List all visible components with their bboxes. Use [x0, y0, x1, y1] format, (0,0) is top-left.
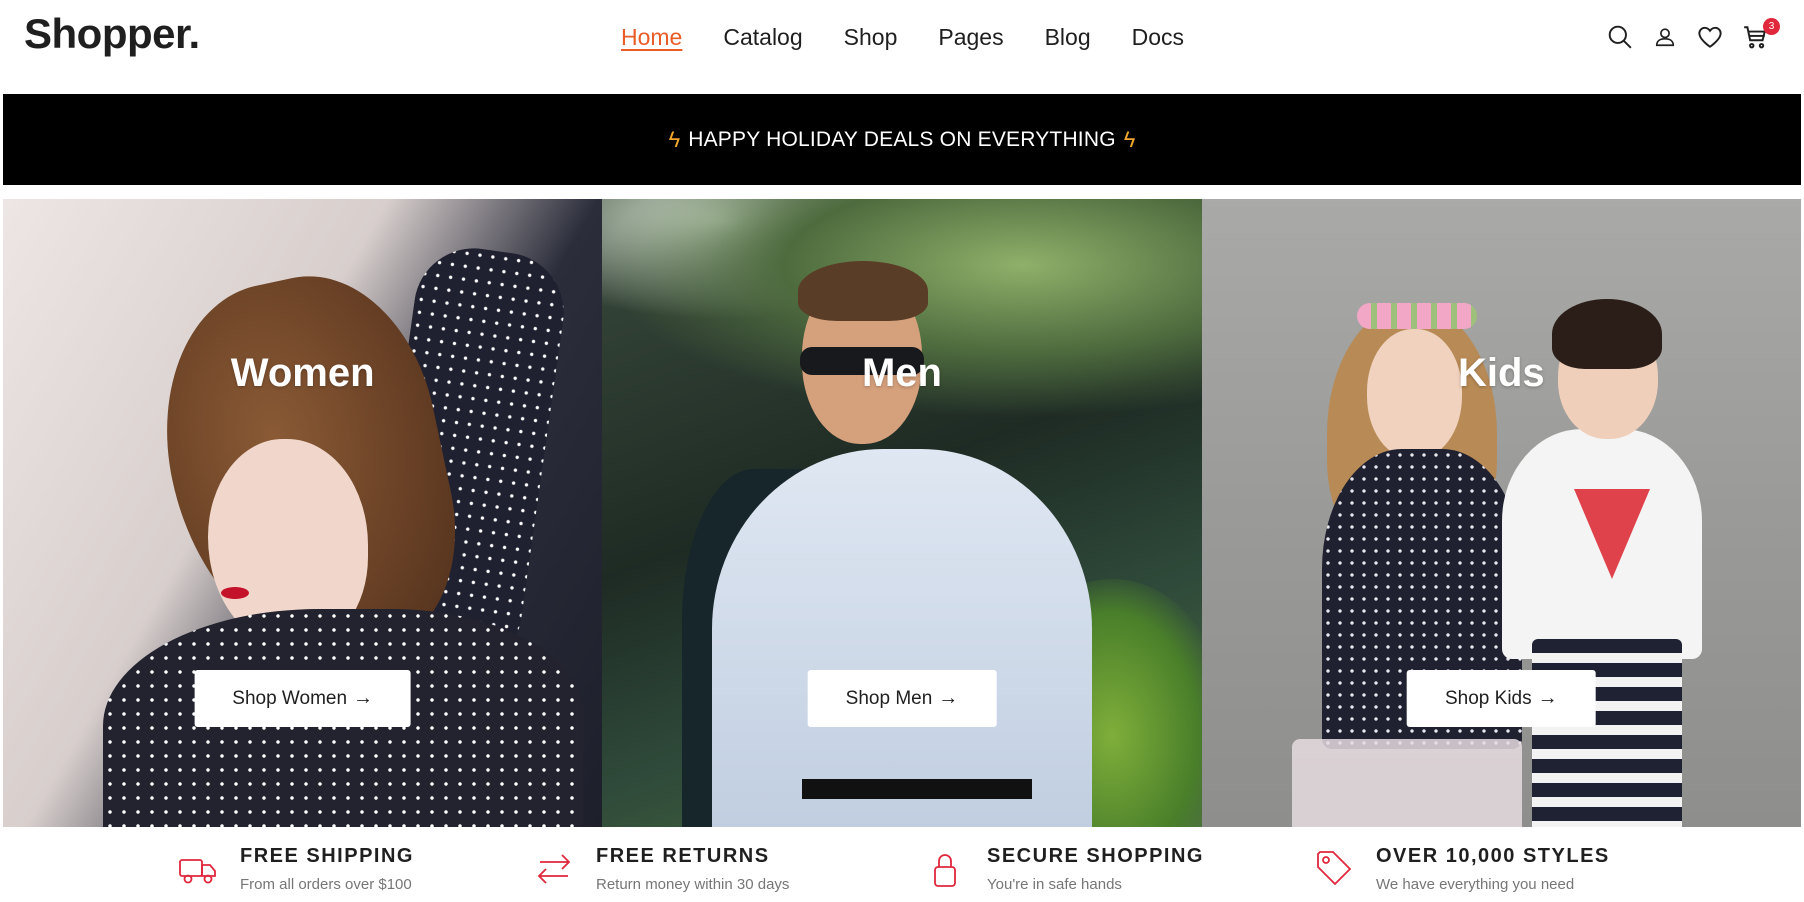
search-icon[interactable] — [1605, 22, 1635, 52]
feature-free-returns: FREE RETURNS Return money within 30 days — [534, 845, 789, 893]
user-icon[interactable] — [1650, 22, 1680, 52]
feature-subtitle: From all orders over $100 — [240, 876, 412, 893]
kids-photo — [1573, 489, 1650, 579]
men-photo — [802, 779, 1033, 799]
feature-styles: OVER 10,000 STYLES We have everything yo… — [1314, 845, 1610, 893]
feature-title: FREE RETURNS — [596, 845, 770, 867]
feature-subtitle: You're in safe hands — [987, 876, 1122, 893]
button-label: Shop Kids — [1445, 687, 1532, 709]
nav-docs[interactable]: Docs — [1132, 22, 1184, 52]
arrow-right-icon: → — [938, 687, 959, 709]
women-photo — [221, 587, 249, 599]
feature-title: FREE SHIPPING — [240, 845, 414, 867]
kids-photo — [1291, 739, 1522, 827]
category-hero: Women Shop Women → Men Shop Men → Kids S… — [3, 199, 1801, 827]
shop-kids-button[interactable]: Shop Kids → — [1407, 670, 1596, 727]
promo-text: HAPPY HOLIDAY DEALS ON EVERYTHING — [688, 127, 1116, 151]
promo-banner: ϟ HAPPY HOLIDAY DEALS ON EVERYTHING ϟ — [3, 94, 1801, 185]
bolt-icon: ϟ — [1123, 126, 1136, 152]
category-title: Men — [861, 351, 942, 395]
nav-shop[interactable]: Shop — [844, 22, 898, 52]
shop-women-button[interactable]: Shop Women → — [194, 670, 412, 727]
cart-icon[interactable]: 3 — [1740, 18, 1780, 52]
men-photo — [798, 261, 929, 321]
feature-free-shipping: FREE SHIPPING From all orders over $100 — [178, 845, 414, 893]
feature-title: SECURE SHOPPING — [987, 845, 1204, 867]
feature-title: OVER 10,000 STYLES — [1376, 845, 1610, 867]
category-title: Women — [230, 351, 375, 395]
button-label: Shop Men — [845, 687, 933, 709]
category-tile-women[interactable]: Women Shop Women → — [3, 199, 603, 827]
nav-home[interactable]: Home — [621, 22, 682, 52]
lock-icon — [925, 848, 965, 888]
men-photo — [712, 449, 1093, 827]
category-tile-men[interactable]: Men Shop Men → — [602, 199, 1202, 827]
exchange-icon — [534, 848, 574, 888]
main-nav: Home Catalog Shop Pages Blog Docs — [621, 22, 1225, 52]
heart-icon[interactable] — [1695, 22, 1725, 52]
nav-blog[interactable]: Blog — [1045, 22, 1091, 52]
bolt-icon: ϟ — [668, 126, 681, 152]
category-tile-kids[interactable]: Kids Shop Kids → — [1201, 199, 1801, 827]
shop-men-button[interactable]: Shop Men → — [807, 670, 997, 727]
truck-icon — [178, 848, 218, 888]
features-strip: FREE SHIPPING From all orders over $100 … — [0, 827, 1804, 902]
button-label: Shop Women — [232, 687, 348, 709]
arrow-right-icon: → — [1537, 687, 1558, 709]
nav-pages[interactable]: Pages — [938, 22, 1003, 52]
brand-logo[interactable]: Shopper. — [24, 10, 200, 58]
cart-count-badge: 3 — [1763, 18, 1780, 35]
feature-subtitle: We have everything you need — [1376, 876, 1575, 893]
kids-photo — [1356, 303, 1477, 329]
header-actions: 3 — [1590, 18, 1780, 52]
category-title: Kids — [1457, 351, 1545, 395]
arrow-right-icon: → — [353, 687, 374, 709]
feature-subtitle: Return money within 30 days — [596, 876, 790, 893]
site-header: Shopper. Home Catalog Shop Pages Blog Do… — [0, 0, 1804, 94]
nav-catalog[interactable]: Catalog — [723, 22, 802, 52]
kids-photo — [1531, 639, 1682, 827]
feature-secure-shopping: SECURE SHOPPING You're in safe hands — [925, 845, 1204, 893]
tag-icon — [1314, 848, 1354, 888]
